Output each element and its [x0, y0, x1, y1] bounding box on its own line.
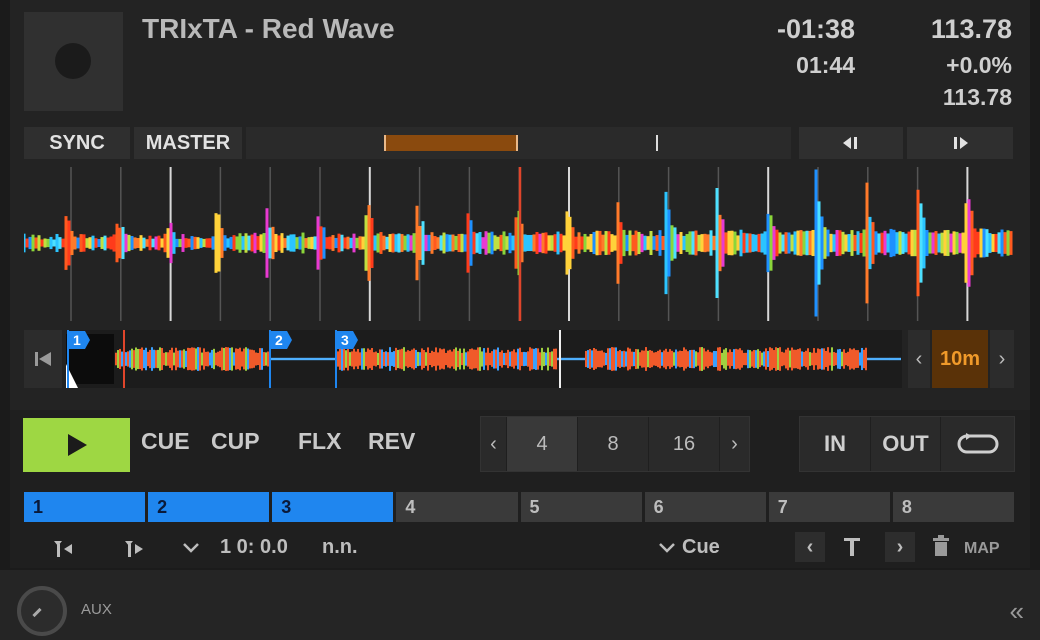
loop-size-next-button[interactable]: ›	[720, 417, 749, 471]
reverse-button[interactable]: REV	[368, 428, 415, 455]
nudge-forward-button[interactable]	[907, 127, 1013, 159]
track-title: TRIxTA - Red Wave	[142, 13, 395, 44]
cup-button[interactable]: CUP	[211, 428, 260, 455]
loop-out-button[interactable]: OUT	[871, 417, 941, 471]
chevron-left-icon: ‹	[915, 347, 923, 370]
stripe-waveform[interactable]	[24, 163, 1014, 325]
aux-label: AUX	[81, 601, 112, 618]
hotcue-6[interactable]: 6	[644, 492, 766, 522]
overview-cue-label: 2	[275, 332, 283, 348]
phase-center-mark	[656, 135, 658, 151]
hotcue-bar: 12345678	[24, 492, 1014, 522]
cue-next-button[interactable]: ›	[885, 532, 915, 562]
tempo-offset: +0.0%	[946, 52, 1012, 78]
loop-active-button[interactable]	[941, 417, 1014, 471]
cue-button[interactable]: CUE	[141, 428, 190, 455]
aux-knob[interactable]	[17, 586, 67, 636]
bpm-display[interactable]: 113.78	[931, 14, 1012, 45]
time-remaining[interactable]: -01:38	[777, 14, 855, 45]
loop-size-4[interactable]: 4	[507, 417, 578, 471]
chevron-down-icon[interactable]	[658, 542, 676, 554]
deck: TRIxTA - Red Wave -01:38 01:44 113.78 +0…	[10, 0, 1030, 568]
loop-size-selector: ‹ 4 8 16 ›	[480, 416, 750, 472]
flux-button[interactable]: FLX	[298, 428, 341, 455]
track-overview[interactable]: 1 2 3	[66, 330, 902, 388]
loop-in-button[interactable]: IN	[800, 417, 871, 471]
loop-size-16[interactable]: 16	[649, 417, 720, 471]
chevron-right-icon: ›	[998, 347, 1006, 370]
phase-meter	[246, 127, 791, 159]
overview-cue-label: 1	[73, 332, 81, 348]
overview-cue-label: 3	[341, 332, 349, 348]
jump-to-start-button[interactable]	[24, 330, 62, 388]
cue-type[interactable]: Cue	[682, 536, 720, 559]
nudge-back-button[interactable]	[799, 127, 903, 159]
hotcue-1[interactable]: 1	[24, 492, 146, 522]
collapse-icon[interactable]: «	[1010, 596, 1024, 627]
loop-icon	[957, 433, 998, 454]
sync-button[interactable]: SYNC	[24, 127, 130, 159]
loop-controls: IN OUT	[799, 416, 1015, 472]
cover-art	[24, 12, 123, 111]
cue-prev-button[interactable]: ‹	[795, 532, 825, 562]
loop-size-prev-button[interactable]: ‹	[481, 417, 507, 471]
time-elapsed: 01:44	[796, 52, 855, 78]
phase-bar	[384, 135, 518, 151]
overview-cue-marker[interactable]: 3	[336, 331, 358, 349]
aux-bar: AUX «	[0, 570, 1040, 640]
hotcue-5[interactable]: 5	[520, 492, 642, 522]
cue-name[interactable]: n.n.	[322, 536, 358, 559]
map-button[interactable]: MAP	[964, 540, 1000, 558]
master-button[interactable]: MASTER	[134, 127, 242, 159]
chevron-right-icon: ›	[896, 535, 904, 558]
play-icon	[67, 434, 87, 456]
skip-start-icon	[35, 352, 51, 366]
hotcue-8[interactable]: 8	[892, 492, 1014, 522]
cue-next-marker-icon[interactable]	[123, 538, 145, 558]
chevron-down-icon[interactable]	[182, 542, 200, 554]
play-button[interactable]	[23, 418, 130, 472]
chevron-right-icon: ›	[731, 432, 738, 455]
store-cue-icon[interactable]	[841, 536, 863, 558]
zoom-level[interactable]: 10m	[932, 330, 988, 388]
loop-size-8[interactable]: 8	[578, 417, 649, 471]
nudge-back-icon	[843, 137, 857, 149]
hotcue-4[interactable]: 4	[396, 492, 518, 522]
chevron-left-icon: ‹	[806, 535, 814, 558]
trash-icon[interactable]	[931, 534, 951, 558]
hotcue-7[interactable]: 7	[768, 492, 890, 522]
zoom-out-button[interactable]: ‹	[908, 330, 930, 388]
cue-position: 1 0: 0.0	[220, 536, 288, 558]
cue-prev-marker-icon[interactable]	[52, 538, 74, 558]
zoom-in-button[interactable]: ›	[990, 330, 1014, 388]
original-bpm: 113.78	[942, 84, 1012, 110]
nudge-forward-icon	[954, 137, 968, 149]
hotcue-3[interactable]: 3	[272, 492, 394, 522]
chevron-left-icon: ‹	[490, 432, 497, 455]
overview-cue-marker[interactable]: 2	[270, 331, 292, 349]
hotcue-2[interactable]: 2	[148, 492, 270, 522]
